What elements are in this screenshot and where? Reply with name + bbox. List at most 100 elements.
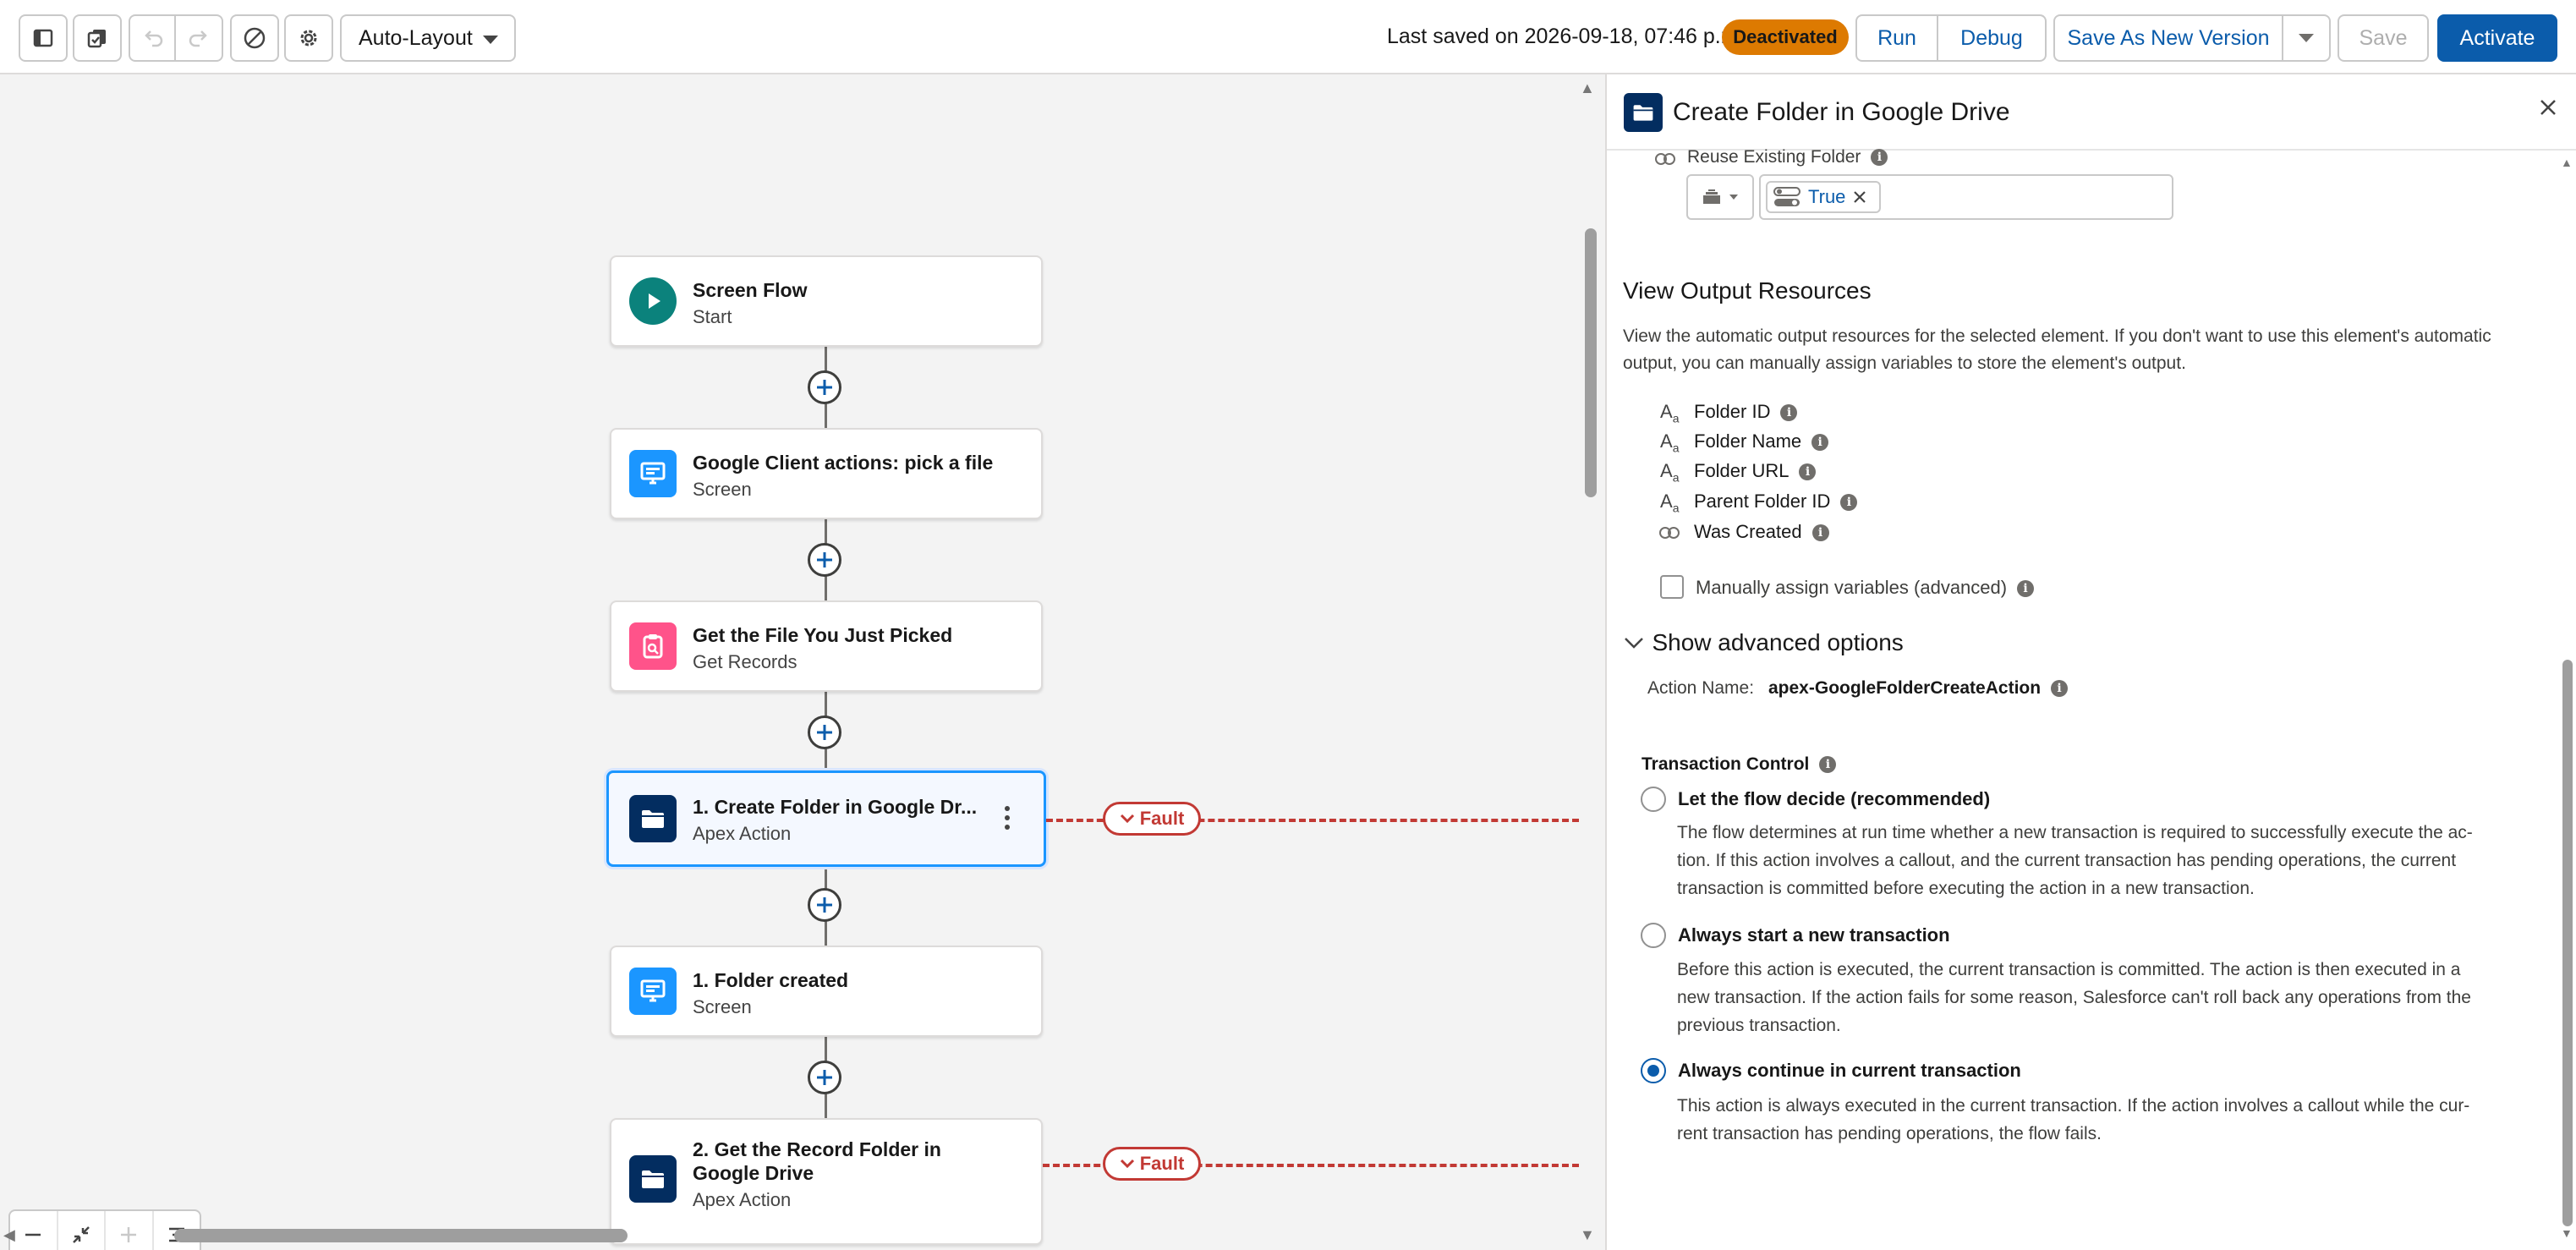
- scroll-left-arrow[interactable]: ◀: [3, 1226, 15, 1244]
- reuse-folder-value-field[interactable]: True: [1759, 174, 2173, 220]
- info-icon[interactable]: i: [2051, 680, 2069, 698]
- vertical-scrollbar-thumb[interactable]: [1585, 228, 1597, 497]
- view-change-button[interactable]: [73, 14, 122, 62]
- minus-icon: [25, 1233, 41, 1236]
- node-title: Get the File You Just Picked: [693, 624, 953, 646]
- sidebar-icon: [33, 29, 53, 47]
- save-button[interactable]: Save: [2338, 14, 2429, 62]
- output-description-line-2: output, you can manually assign variable…: [1623, 354, 2186, 373]
- folder-icon: [1624, 93, 1663, 132]
- option-description-line: The flow determines at run time whether …: [1677, 823, 2473, 842]
- advanced-options-toggle[interactable]: Show advanced options: [1623, 629, 1904, 656]
- info-icon[interactable]: i: [2017, 580, 2035, 598]
- zoom-out-button[interactable]: [10, 1211, 58, 1250]
- scroll-up-arrow[interactable]: ▲: [1580, 79, 1595, 97]
- advanced-options-label: Show advanced options: [1652, 629, 1904, 655]
- chevron-down-icon: [1625, 638, 1643, 649]
- transaction-control-label: Transaction Control i: [1642, 754, 1837, 775]
- layout-select[interactable]: Auto-Layout: [340, 14, 516, 62]
- info-icon[interactable]: i: [1811, 524, 1829, 542]
- add-element-button[interactable]: [808, 543, 841, 577]
- debug-button[interactable]: Debug: [1937, 14, 2047, 62]
- info-icon[interactable]: i: [1840, 494, 1858, 512]
- output-item: Folder ID i: [1694, 401, 1798, 423]
- radio-always-start-new[interactable]: [1641, 923, 1666, 948]
- option-description: This action is always executed in the cu…: [1677, 1092, 2523, 1148]
- output-resources-heading: View Output Resources: [1623, 277, 1872, 304]
- flow-canvas[interactable]: Screen Flow Start Google Client actions:…: [0, 74, 1605, 1250]
- info-icon[interactable]: i: [1819, 756, 1837, 774]
- plus-icon: [121, 1227, 137, 1242]
- boolean-icon: [1655, 153, 1675, 165]
- flow-node-start[interactable]: Screen Flow Start: [610, 255, 1043, 347]
- panel-scroll-down-arrow[interactable]: ▼: [2561, 1226, 2573, 1240]
- option-description-line: new transaction. If the action fails for…: [1677, 988, 2471, 1007]
- node-title-line-2: Google Drive: [693, 1162, 814, 1184]
- add-element-button[interactable]: [808, 888, 841, 922]
- resource-type-picker[interactable]: [1686, 174, 1754, 220]
- close-panel-button[interactable]: [2539, 98, 2557, 121]
- reuse-folder-label: Reuse Existing Folder i: [1687, 147, 1888, 167]
- node-title: 1. Create Folder in Google Dr...: [693, 796, 978, 818]
- chevron-down-icon: [1120, 814, 1134, 824]
- flow-node-get-records[interactable]: Get the File You Just Picked Get Records: [610, 600, 1043, 692]
- node-title: Screen Flow: [693, 279, 808, 301]
- panel-scroll-up-arrow[interactable]: ▲: [2561, 156, 2573, 169]
- add-element-button[interactable]: [808, 715, 841, 749]
- info-icon[interactable]: i: [1799, 463, 1817, 481]
- plus-icon: [817, 552, 832, 567]
- output-item: Parent Folder ID i: [1694, 491, 1858, 513]
- screen-icon: [629, 968, 677, 1015]
- save-menu-button[interactable]: [2282, 14, 2331, 62]
- scroll-down-arrow[interactable]: ▼: [1580, 1226, 1595, 1244]
- node-subtitle: Start: [693, 306, 732, 327]
- close-icon[interactable]: [1852, 189, 1867, 205]
- text-type-icon: Aa: [1660, 460, 1680, 485]
- save-as-new-version-button[interactable]: Save As New Version: [2053, 14, 2283, 62]
- option-description-line: rent transaction has pending operations,…: [1677, 1124, 2102, 1143]
- node-subtitle: Screen: [693, 479, 752, 500]
- option-label: Always start a new transaction: [1678, 924, 1950, 946]
- zoom-in-button[interactable]: [106, 1211, 154, 1250]
- flow-node-apex-action[interactable]: 2. Get the Record Folder in Google Drive…: [610, 1118, 1043, 1245]
- flow-node-screen[interactable]: 1. Folder created Screen: [610, 946, 1043, 1037]
- output-item-label: Folder Name: [1694, 430, 1802, 452]
- settings-button[interactable]: [284, 14, 333, 62]
- stacked-pages-icon: [87, 30, 106, 48]
- horizontal-scrollbar-thumb[interactable]: [174, 1229, 628, 1242]
- node-title: Google Client actions: pick a file: [693, 452, 994, 474]
- flow-node-screen[interactable]: Google Client actions: pick a file Scree…: [610, 428, 1043, 519]
- fault-connector-label[interactable]: Fault: [1103, 802, 1201, 836]
- errors-button[interactable]: [230, 14, 279, 62]
- add-element-button[interactable]: [808, 1061, 841, 1094]
- toggle-toolbox-button[interactable]: [19, 14, 68, 62]
- option-description-line: transaction is committed before executin…: [1677, 879, 2255, 898]
- option-description-line: Before this action is executed, the curr…: [1677, 960, 2461, 979]
- more-actions-icon[interactable]: [1003, 805, 1011, 835]
- manual-assign-checkbox[interactable]: [1660, 575, 1684, 599]
- radio-let-flow-decide[interactable]: [1641, 787, 1666, 812]
- close-icon: [2540, 100, 2556, 115]
- info-icon[interactable]: i: [1780, 404, 1798, 422]
- stack-icon: [1703, 189, 1720, 204]
- info-icon[interactable]: i: [1811, 434, 1829, 452]
- fault-label: Fault: [1139, 1153, 1185, 1174]
- transaction-control-label-text: Transaction Control: [1642, 754, 1810, 774]
- activate-button[interactable]: Activate: [2437, 14, 2557, 62]
- run-button[interactable]: Run: [1855, 14, 1938, 62]
- panel-scrollbar-thumb[interactable]: [2562, 660, 2573, 1226]
- panel-header: Create Folder in Google Drive: [1607, 74, 2576, 151]
- node-subtitle: Apex Action: [693, 823, 792, 844]
- folder-icon: [629, 795, 677, 842]
- output-description-line-1: View the automatic output resources for …: [1623, 326, 2491, 346]
- info-icon[interactable]: i: [1871, 149, 1888, 167]
- action-name-value-text: apex-GoogleFolderCreateAction: [1768, 678, 2042, 698]
- radio-always-continue-current[interactable]: [1641, 1058, 1666, 1083]
- redo-button[interactable]: [174, 14, 223, 62]
- flow-node-apex-action-selected[interactable]: 1. Create Folder in Google Dr... Apex Ac…: [606, 770, 1046, 867]
- fit-to-view-button[interactable]: [58, 1211, 106, 1250]
- add-element-button[interactable]: [808, 370, 841, 404]
- fault-connector-label[interactable]: Fault: [1103, 1147, 1201, 1181]
- undo-button[interactable]: [129, 14, 178, 62]
- output-item: Folder URL i: [1694, 460, 1817, 482]
